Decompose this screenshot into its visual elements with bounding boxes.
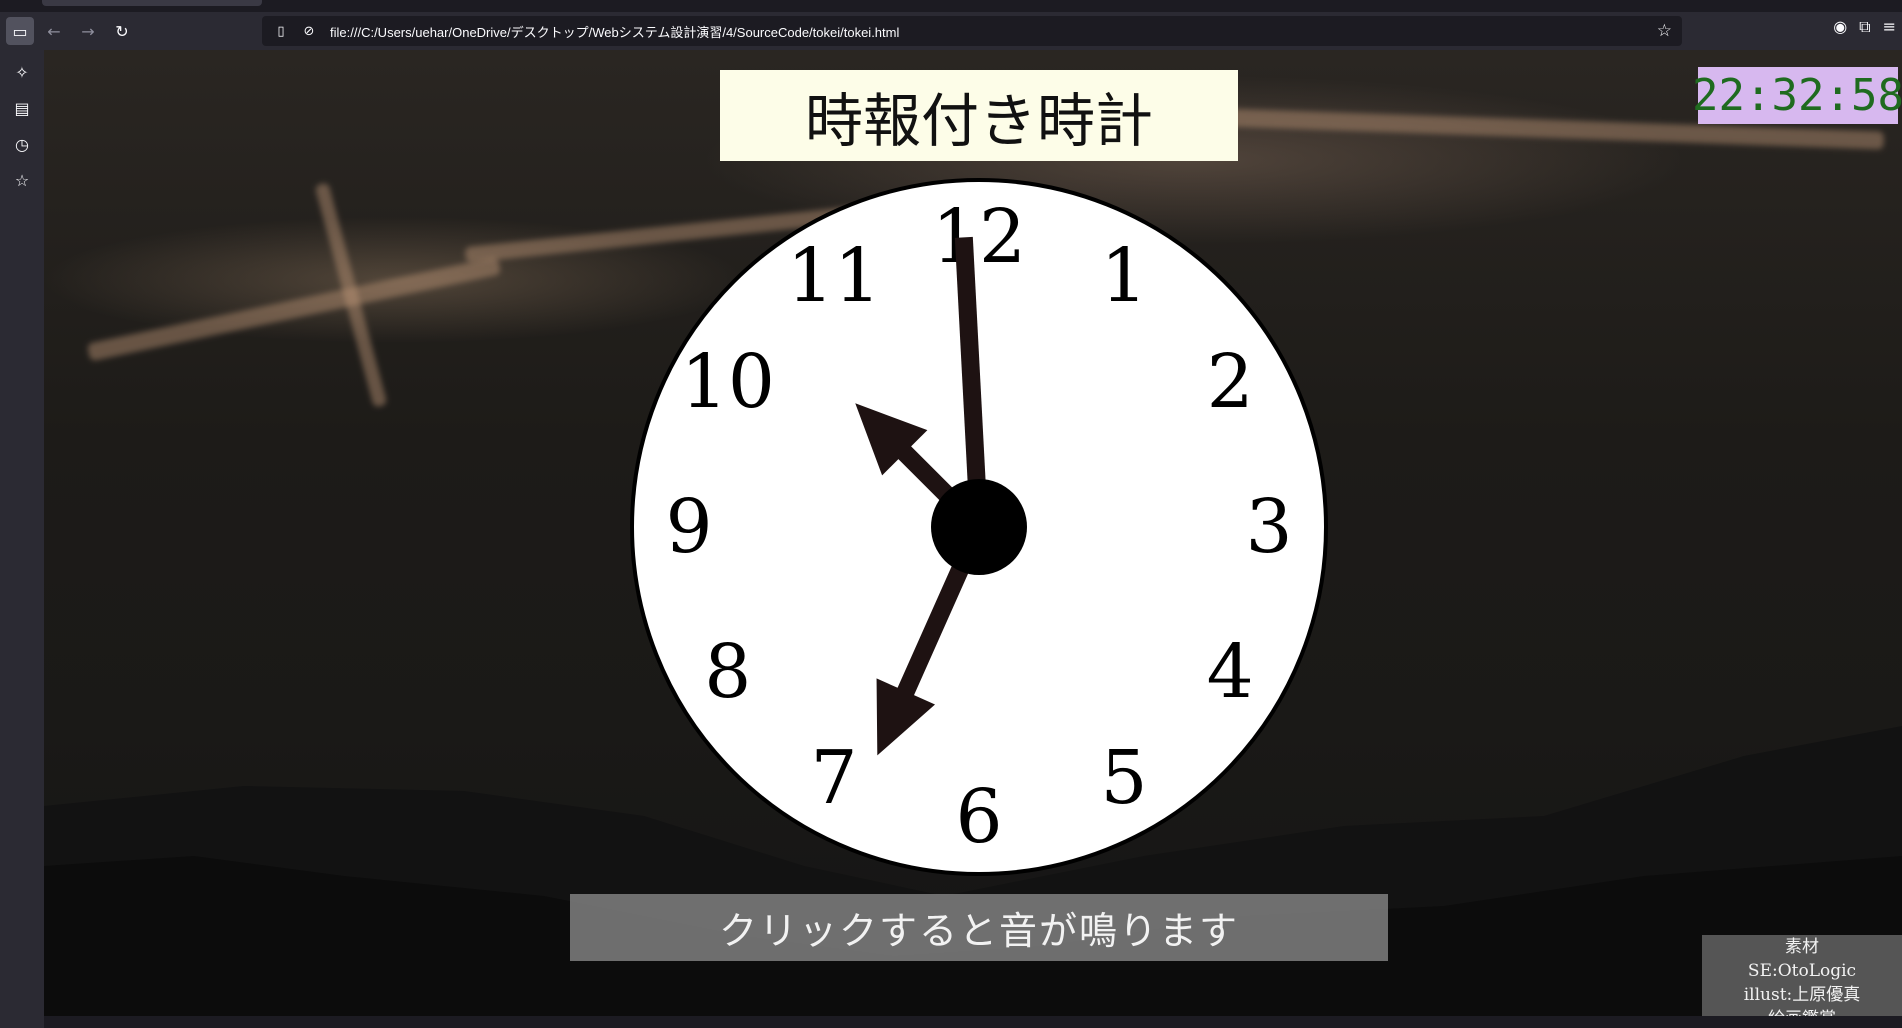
active-tab[interactable] [42,0,262,6]
click-sound-message[interactable]: クリックすると音が鳴ります [570,894,1388,961]
clock-number-3: 3 [1245,484,1292,570]
url-text[interactable]: file:///C:/Users/uehar/OneDrive/デスクトップ/W… [330,22,899,41]
credits-box: 素材 SE:OtoLogic illust:上原優真 絵画鑑賞 [1702,935,1902,1016]
extensions-icon[interactable]: ⧉ [1859,17,1870,37]
account-icon[interactable]: ◉ [1833,17,1847,37]
sidebar: ✧ ▤ ◷ ☆ [0,50,44,1028]
page-icon: ▯ [277,23,285,39]
clock-number-10: 10 [681,339,775,425]
clock-number-1: 1 [1100,233,1147,319]
url-bar[interactable]: ▯ ⊘ file:///C:/Users/uehar/OneDrive/デスクト… [262,16,1682,46]
clock-number-6: 6 [955,774,1002,860]
clock-number-2: 2 [1207,339,1254,425]
tracking-protection-icon[interactable]: ⊘ [300,24,318,39]
browser-toolbar: ▭ ← → ↻ ▯ ⊘ file:///C:/Users/uehar/OneDr… [0,12,1902,50]
clock-center-cap [931,479,1027,575]
menu-icon[interactable]: ≡ [1883,17,1896,37]
synced-tabs-icon[interactable]: ▤ [11,98,33,120]
clock-number-9: 9 [665,484,712,570]
digital-clock: 22:32:58 [1692,67,1902,124]
credits-se: SE:OtoLogic [1747,961,1857,981]
back-icon[interactable]: ← [40,17,68,45]
ai-chat-icon[interactable]: ✧ [11,62,33,84]
clock-number-8: 8 [704,629,751,715]
clock-number-4: 4 [1207,629,1254,715]
page-title: 時報付き時計 [720,70,1238,161]
credits-illust: illust:上原優真 [1743,985,1861,1005]
toolbar-right-icons: ◉ ⧉ ≡ [1833,17,1896,37]
tab-strip [0,0,1902,12]
clock-number-7: 7 [810,735,857,821]
credits-extra: 絵画鑑賞 [1702,1007,1902,1016]
sidebar-toggle-icon[interactable]: ▭ [6,17,34,45]
analog-clock[interactable]: 12 12 3 45 6 78 9 1011 [628,176,1330,878]
reload-icon[interactable]: ↻ [108,17,136,45]
page-content[interactable]: 時報付き時計 22:32:58 12 1 2 3 4 5 6 7 8 9 10 11 クリックすると音… [44,50,1902,1016]
forward-icon[interactable]: → [74,17,102,45]
background-wire [86,256,502,362]
clock-number-11: 11 [787,233,881,319]
clock-number-5: 5 [1100,735,1147,821]
bookmarks-icon[interactable]: ☆ [11,170,33,192]
credits-heading: 素材 [1785,937,1819,957]
bookmark-star-icon[interactable]: ☆ [1657,21,1672,41]
history-icon[interactable]: ◷ [11,134,33,156]
clock-number-12: 12 [932,194,1026,280]
